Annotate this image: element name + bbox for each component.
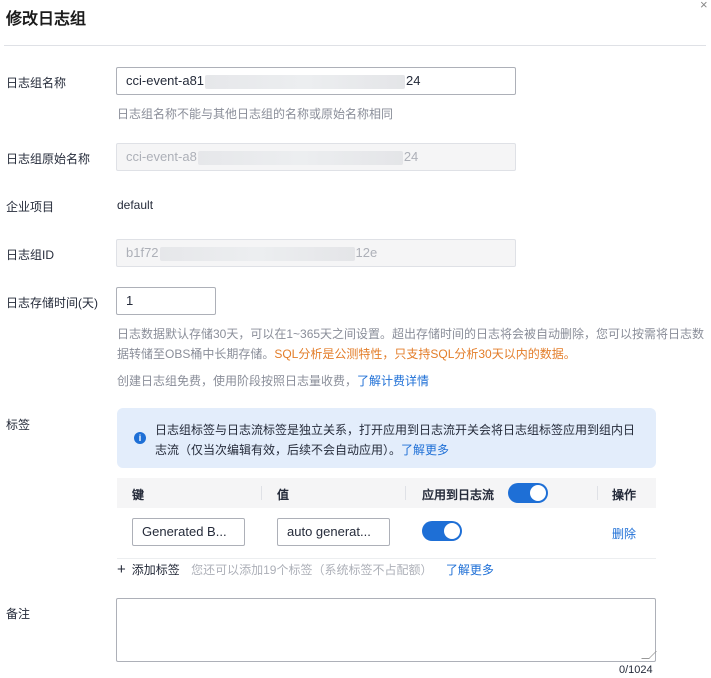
header-divider xyxy=(4,45,706,46)
tag-value-input[interactable]: auto generat... xyxy=(277,518,390,546)
column-apply: 应用到日志流 xyxy=(422,488,495,502)
original-name-label: 日志组原始名称 xyxy=(6,152,91,166)
tags-info-line2-text: 志流（仅当次编辑有效，后续不会自动应用）。 xyxy=(155,443,402,457)
add-tag-row: + 添加标签 您还可以添加19个标签（系统标签不占配额） 了解更多 xyxy=(117,561,494,578)
info-icon: i xyxy=(134,432,146,444)
tags-learn-more-link[interactable]: 了解更多 xyxy=(401,443,449,457)
remark-char-counter: 0/1024 xyxy=(619,664,653,676)
row-divider xyxy=(117,558,656,559)
tag-apply-toggle[interactable] xyxy=(422,521,462,541)
plus-icon[interactable]: + xyxy=(117,561,126,578)
tags-info-line2: 志流（仅当次编辑有效，后续不会自动应用）。了解更多 xyxy=(155,440,642,460)
original-name-value-suffix: 24 xyxy=(403,149,419,164)
quota-learn-more-link[interactable]: 了解更多 xyxy=(446,563,494,577)
add-tag-button[interactable]: 添加标签 xyxy=(132,563,180,577)
log-group-name-value-suffix: 24 xyxy=(406,73,421,88)
log-group-id-label: 日志组ID xyxy=(6,248,55,262)
retention-hint-line2: 据转储至OBS桶中长期存储。SQL分析是公测特性，只支持SQL分析30天以内的数… xyxy=(117,344,711,364)
redacted-blur xyxy=(159,246,355,261)
tag-key-input[interactable]: Generated B... xyxy=(132,518,245,546)
column-divider xyxy=(405,486,406,500)
retention-hint-line2-prefix: 据转储至OBS桶中长期存储。 xyxy=(117,347,275,361)
retention-label: 日志存储时间(天) xyxy=(6,296,98,310)
delete-tag-link[interactable]: 删除 xyxy=(612,525,636,542)
log-group-id-value-suffix: 12e xyxy=(355,245,378,260)
original-name-input: cci-event-a8 24 xyxy=(116,143,516,171)
log-group-name-hint: 日志组名称不能与其他日志组的名称或原始名称相同 xyxy=(117,107,394,121)
add-tag-quota-hint: 您还可以添加19个标签（系统标签不占配额） xyxy=(191,563,433,577)
enterprise-project-label: 企业项目 xyxy=(6,200,55,214)
enterprise-project-value: default xyxy=(117,198,154,212)
retention-hint-line1: 日志数据默认存储30天，可以在1~365天之间设置。超出存储时间的日志将会被自动… xyxy=(117,327,705,341)
tags-info-box: i 日志组标签与日志流标签是独立关系，打开应用到日志流开关会将日志组标签应用到组… xyxy=(117,408,656,468)
tags-info-line1: 日志组标签与日志流标签是独立关系，打开应用到日志流开关会将日志组标签应用到组内日 xyxy=(155,423,636,437)
redacted-blur xyxy=(197,150,403,165)
original-name-value-prefix: cci-event-a8 xyxy=(126,149,197,164)
resize-handle-icon[interactable] xyxy=(641,651,657,659)
log-group-name-label: 日志组名称 xyxy=(6,76,67,90)
dialog-title: 修改日志组 xyxy=(6,11,87,28)
apply-all-toggle[interactable] xyxy=(508,483,548,503)
column-operation: 操作 xyxy=(612,488,637,502)
column-divider xyxy=(261,486,262,500)
billing-hint: 创建日志组免费，使用阶段按照日志量收费，了解计费详情 xyxy=(117,371,429,391)
tags-table-header: 键 值 应用到日志流 操作 xyxy=(117,478,656,508)
column-divider xyxy=(597,486,598,500)
redacted-blur xyxy=(205,74,406,89)
log-group-id-value-prefix: b1f72 xyxy=(126,245,159,260)
column-key: 键 xyxy=(132,488,145,502)
sql-analysis-warning: SQL分析是公测特性，只支持SQL分析30天以内的数据。 xyxy=(274,347,576,361)
tags-label: 标签 xyxy=(6,418,31,432)
retention-input[interactable]: 1 xyxy=(116,287,216,315)
log-group-name-input[interactable]: cci-event-a81 24 xyxy=(116,67,516,95)
log-group-id-input: b1f72 12e xyxy=(116,239,516,267)
billing-details-link[interactable]: 了解计费详情 xyxy=(357,374,429,388)
close-icon[interactable]: × xyxy=(700,0,711,14)
column-value: 值 xyxy=(277,488,290,502)
remark-textarea[interactable] xyxy=(116,598,657,662)
remark-label: 备注 xyxy=(6,607,31,621)
log-group-name-value-prefix: cci-event-a81 xyxy=(126,73,205,88)
billing-text: 创建日志组免费，使用阶段按照日志量收费， xyxy=(117,374,358,388)
retention-hint: 日志数据默认存储30天，可以在1~365天之间设置。超出存储时间的日志将会被自动… xyxy=(117,324,711,364)
